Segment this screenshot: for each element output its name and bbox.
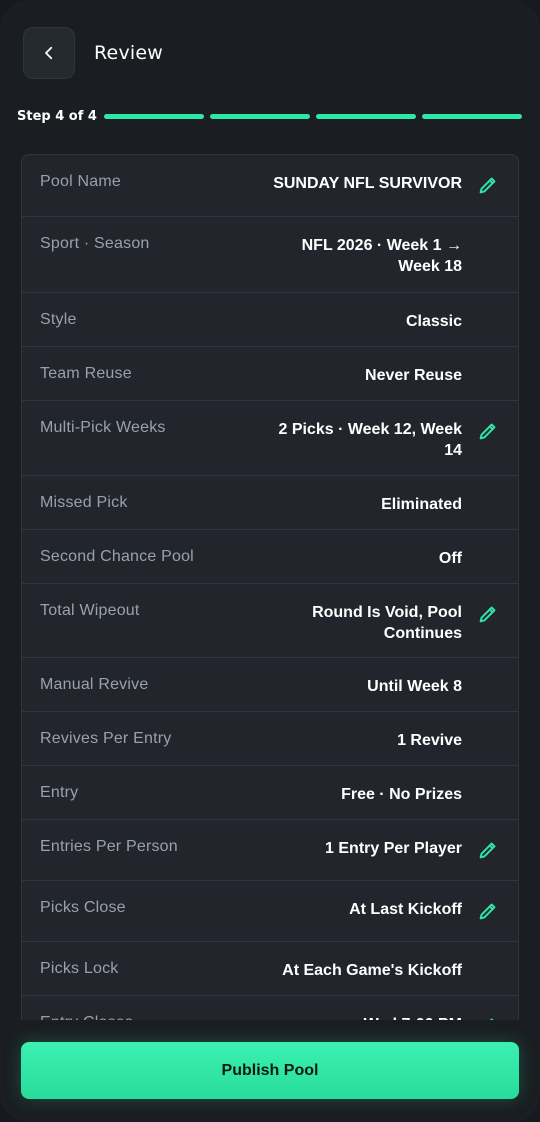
row-label: Sport · Season [40, 235, 150, 252]
row-label: Entry [40, 784, 79, 801]
step-bar [316, 113, 416, 119]
row-value: At Each Game's Kickoff [282, 962, 462, 979]
row-value: SUNDAY NFL SURVIVOR [273, 175, 462, 192]
review-screen: Review Step 4 of 4 Pool Name SUNDAY NFL … [0, 0, 540, 1122]
row-revives-per-entry: Revives Per Entry 1 Revive [22, 712, 518, 766]
edit-multi-pick-button[interactable] [476, 419, 500, 443]
row-label: Picks Close [40, 899, 126, 916]
row-value: 2 Picks · Week 12, Week 14 [278, 421, 462, 459]
row-picks-close: Picks Close At Last Kickoff [22, 881, 518, 942]
row-label: Team Reuse [40, 365, 132, 382]
row-label: Missed Pick [40, 494, 128, 511]
row-team-reuse: Team Reuse Never Reuse [22, 347, 518, 401]
row-pool-name: Pool Name SUNDAY NFL SURVIVOR [22, 155, 518, 217]
row-value: 1 Revive [397, 732, 462, 749]
row-label: Second Chance Pool [40, 548, 194, 565]
row-value: Free · No Prizes [341, 786, 462, 803]
row-style: Style Classic [22, 293, 518, 347]
edit-entries-button[interactable] [476, 838, 500, 862]
stepper: Step 4 of 4 [17, 106, 523, 126]
row-second-chance: Second Chance Pool Off [22, 530, 518, 584]
step-bar [210, 113, 310, 119]
publish-pool-button[interactable]: Publish Pool [21, 1042, 519, 1099]
edit-wipeout-button[interactable] [476, 602, 500, 626]
step-bar [422, 113, 522, 119]
row-value: NFL 2026 · Week 1 → Week 18 [301, 237, 462, 275]
row-label: Total Wipeout [40, 602, 140, 619]
row-value: Round Is Void, Pool Continues [312, 604, 462, 642]
pencil-icon [479, 423, 496, 440]
back-button[interactable] [23, 27, 75, 79]
edit-picks-close-button[interactable] [476, 899, 500, 923]
row-value: Eliminated [381, 496, 462, 513]
edit-pool-name-button[interactable] [476, 173, 500, 197]
row-label: Entries Per Person [40, 838, 178, 855]
header: Review [0, 0, 540, 100]
row-label: Pool Name [40, 173, 121, 190]
pencil-icon [479, 842, 496, 859]
row-multi-pick-weeks: Multi-Pick Weeks 2 Picks · Week 12, Week… [22, 401, 518, 476]
row-value: Off [438, 550, 462, 567]
review-card: Pool Name SUNDAY NFL SURVIVOR Sport · Se… [21, 154, 519, 1034]
row-value: Until Week 8 [367, 678, 462, 695]
row-entry: Entry Free · No Prizes [22, 766, 518, 820]
row-total-wipeout: Total Wipeout Round Is Void, Pool Contin… [22, 584, 518, 658]
row-missed-pick: Missed Pick Eliminated [22, 476, 518, 530]
row-entries-per-person: Entries Per Person 1 Entry Per Player [22, 820, 518, 881]
pencil-icon [479, 606, 496, 623]
row-label: Style [40, 311, 77, 328]
row-value: At Last Kickoff [349, 901, 462, 918]
page-title: Review [94, 42, 163, 64]
step-progress [104, 113, 522, 119]
step-label: Step 4 of 4 [17, 108, 97, 124]
row-manual-revive: Manual Revive Until Week 8 [22, 658, 518, 712]
row-label: Multi-Pick Weeks [40, 419, 166, 436]
pencil-icon [479, 177, 496, 194]
pencil-icon [479, 903, 496, 920]
row-value: Classic [405, 313, 462, 330]
row-label: Revives Per Entry [40, 730, 172, 747]
row-picks-lock: Picks Lock At Each Game's Kickoff [22, 942, 518, 996]
chevron-left-icon [45, 46, 53, 60]
row-label: Picks Lock [40, 960, 119, 977]
row-value: Never Reuse [365, 367, 462, 384]
row-sport-season: Sport · Season NFL 2026 · Week 1 → Week … [22, 217, 518, 293]
step-bar [104, 113, 204, 119]
row-value: 1 Entry Per Player [325, 840, 462, 857]
row-label: Manual Revive [40, 676, 149, 693]
